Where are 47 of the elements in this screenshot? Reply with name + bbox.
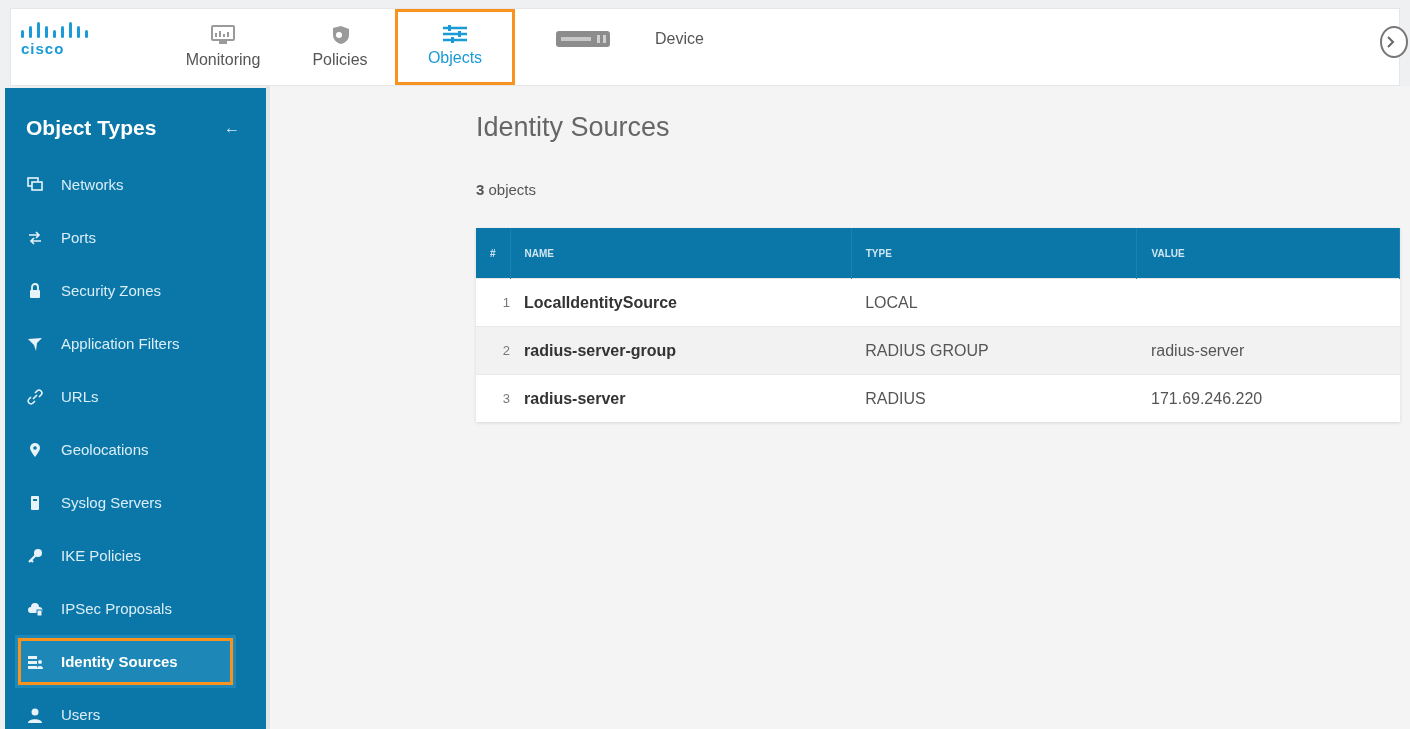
sidebar-title: Object Types <box>26 116 157 140</box>
table-cell: radius-server <box>510 374 852 422</box>
filter-icon <box>27 335 43 352</box>
identity-icon <box>27 653 43 670</box>
nav-tab[interactable]: Objects <box>395 9 515 85</box>
nav-tab[interactable]: Device <box>515 9 728 85</box>
nav-tab[interactable]: Monitoring <box>161 9 285 85</box>
sidebar-item[interactable]: Geolocations <box>5 423 266 476</box>
table-cell: radius-server-group <box>510 326 852 375</box>
user-icon <box>27 706 43 723</box>
collapse-icon[interactable] <box>1379 25 1409 59</box>
sidebar-item[interactable]: IKE Policies <box>5 529 266 582</box>
page-title: Identity Sources <box>476 112 671 143</box>
sidebar-item[interactable]: URLs <box>5 370 266 423</box>
logo-bars-icon <box>21 22 91 38</box>
table-cell: 3 <box>476 374 511 422</box>
key-icon <box>27 547 43 564</box>
logo-text: cisco <box>21 40 66 57</box>
sidebar-item[interactable]: Syslog Servers <box>5 476 266 529</box>
monitor-icon <box>210 25 236 45</box>
table-cell: RADIUS GROUP <box>851 326 1137 375</box>
table-cell: 171.69.246.220 <box>1137 374 1400 422</box>
column-header[interactable]: NAME <box>510 228 852 279</box>
collapse-button[interactable]: ← <box>224 119 240 137</box>
sidebar-item[interactable]: Networks <box>5 158 266 211</box>
sidebar-item[interactable]: Users <box>5 688 266 729</box>
device-icon <box>555 30 611 48</box>
lock-icon <box>27 282 43 299</box>
column-header[interactable]: # <box>476 228 511 279</box>
sidebar-item[interactable]: Security Zones <box>5 264 266 317</box>
link-icon <box>27 388 43 405</box>
table-cell: radius-server <box>1137 326 1400 375</box>
sidebar-item[interactable]: Ports <box>5 211 266 264</box>
ports-icon <box>27 229 43 246</box>
sidebar-item[interactable]: IPSec Proposals <box>5 582 266 635</box>
sidebar-item[interactable]: Application Filters <box>5 317 266 370</box>
cloud-icon <box>27 600 43 617</box>
table-cell: RADIUS <box>851 374 1137 422</box>
pin-icon <box>27 441 43 458</box>
object-count: 3 objects <box>476 181 538 198</box>
column-header[interactable]: TYPE <box>851 228 1137 279</box>
sidebar-item[interactable]: Identity Sources <box>15 635 236 688</box>
nav-tab[interactable]: Policies <box>285 9 395 85</box>
table-cell: 2 <box>476 326 511 375</box>
networks-icon <box>27 176 43 193</box>
sliders-icon <box>442 24 468 43</box>
column-header[interactable]: VALUE <box>1137 228 1400 279</box>
